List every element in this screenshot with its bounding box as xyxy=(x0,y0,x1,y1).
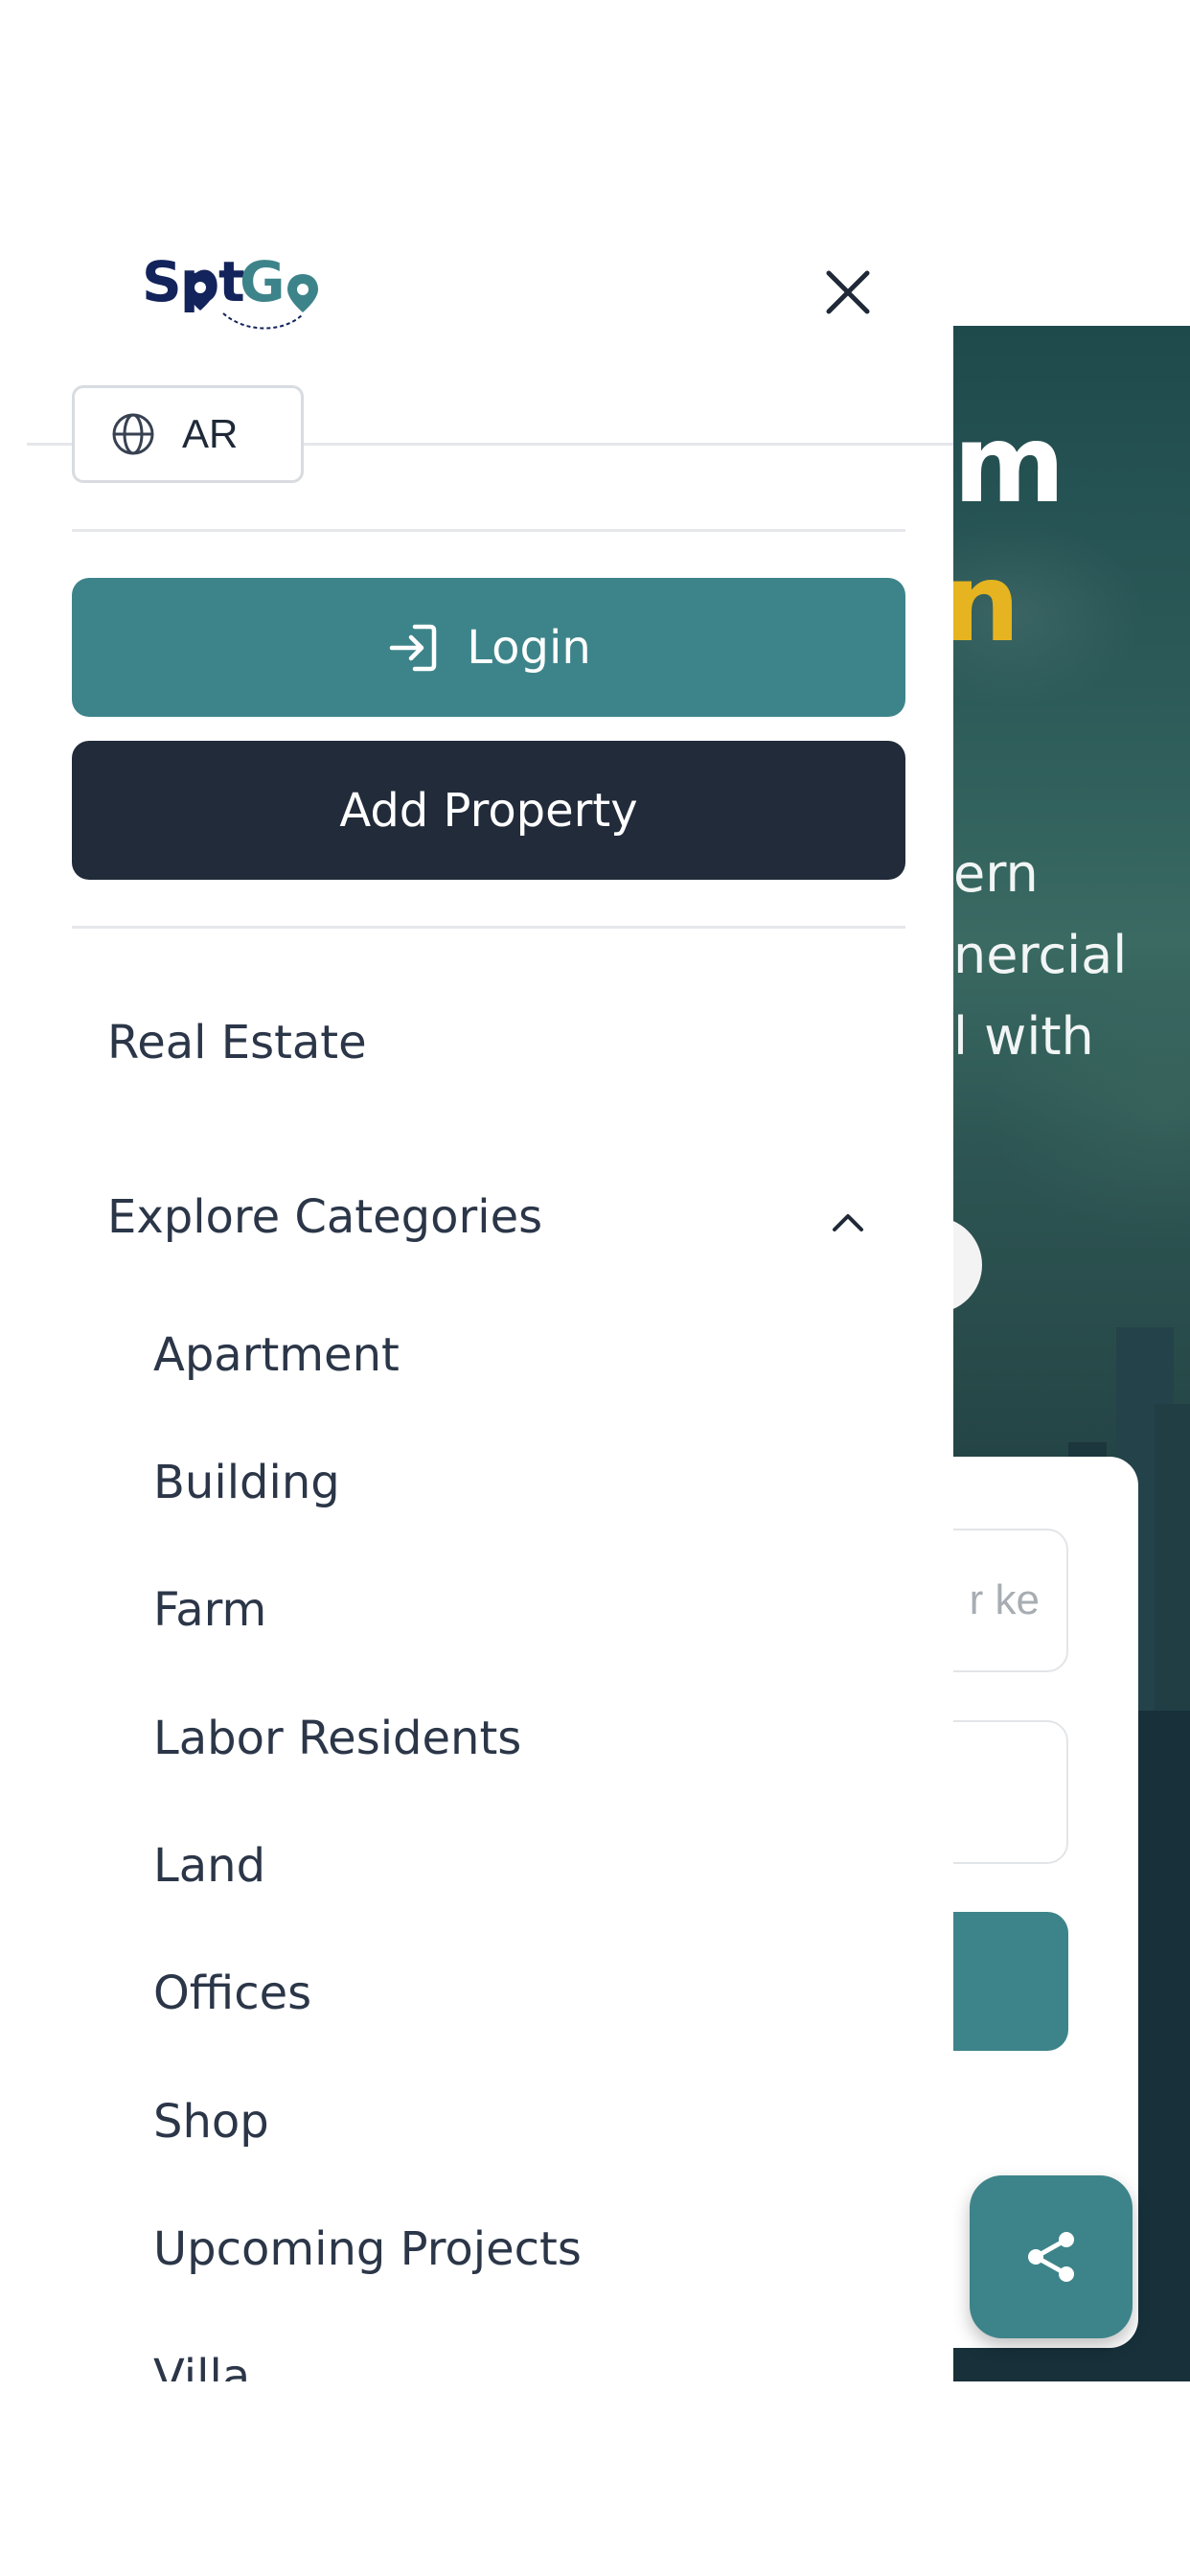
category-item-apartment[interactable]: Apartment xyxy=(153,1328,400,1382)
language-label: AR xyxy=(182,411,239,456)
categories-toggle[interactable] xyxy=(824,1198,872,1246)
search-button[interactable] xyxy=(953,1912,1068,2051)
category-item-villa[interactable]: Villa xyxy=(153,2350,250,2381)
chevron-up-icon xyxy=(833,1214,863,1231)
search-placeholder: r ke xyxy=(969,1576,1040,1623)
close-button[interactable] xyxy=(819,264,877,321)
spotgo-logo[interactable]: Sp t G xyxy=(142,249,343,339)
login-button[interactable]: Login xyxy=(72,578,905,717)
side-drawer: Sp t G AR Login Add Property Real Estate… xyxy=(0,192,953,2381)
category-item-land[interactable]: Land xyxy=(153,1839,265,1893)
divider xyxy=(72,529,905,532)
sign-in-icon xyxy=(390,624,437,671)
category-item-shop[interactable]: Shop xyxy=(153,2095,269,2149)
background-header xyxy=(953,192,1190,326)
category-item-farm[interactable]: Farm xyxy=(153,1583,266,1637)
close-icon xyxy=(826,270,870,314)
nav-item-explore-categories[interactable]: Explore Categories xyxy=(107,1190,542,1244)
share-icon xyxy=(1028,2232,1074,2282)
svg-text:G: G xyxy=(240,253,284,314)
login-label: Login xyxy=(467,620,591,675)
globe-icon xyxy=(112,413,154,455)
share-button[interactable] xyxy=(970,2175,1133,2338)
nav-item-real-estate[interactable]: Real Estate xyxy=(107,1016,367,1070)
divider xyxy=(72,926,905,929)
hero-subtitle-fragment: l with xyxy=(953,1006,1094,1067)
category-item-offices[interactable]: Offices xyxy=(153,1966,311,2020)
hero-title-fragment: m xyxy=(953,402,1065,527)
hero-title-highlight-fragment: n xyxy=(953,541,1020,666)
category-item-building[interactable]: Building xyxy=(153,1456,340,1509)
hero-play-circle[interactable] xyxy=(953,1217,982,1313)
language-switch-button[interactable]: AR xyxy=(72,385,304,483)
hero-subtitle-fragment: nercial xyxy=(953,925,1128,985)
search-keyword-input[interactable]: r ke xyxy=(953,1529,1068,1672)
add-property-button[interactable]: Add Property xyxy=(72,741,905,880)
add-property-label: Add Property xyxy=(339,783,638,838)
category-item-upcoming-projects[interactable]: Upcoming Projects xyxy=(153,2222,582,2276)
search-location-select[interactable] xyxy=(953,1720,1068,1864)
hero-subtitle-fragment: ern xyxy=(953,843,1039,904)
hero-section: m n ern nercial l with r ke xyxy=(953,326,1190,2381)
category-item-labor-residents[interactable]: Labor Residents xyxy=(153,1712,521,1765)
